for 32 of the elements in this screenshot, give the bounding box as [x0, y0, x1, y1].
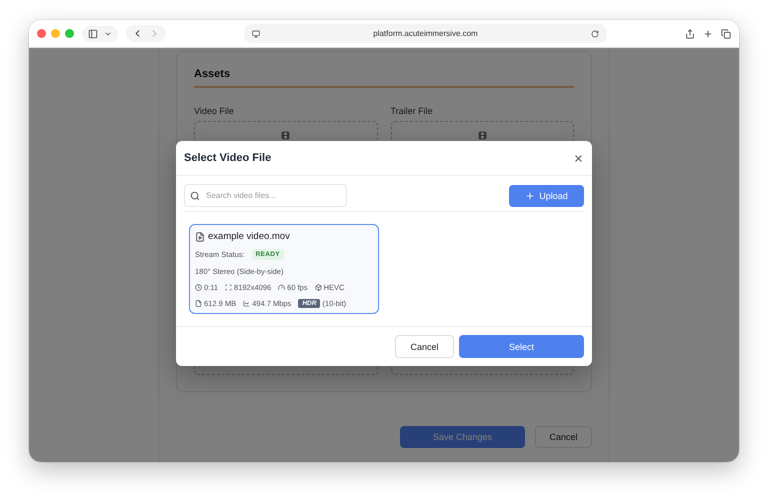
page-icon — [252, 30, 260, 38]
new-tab-icon — [703, 28, 713, 38]
save-button[interactable]: Save Changes — [400, 426, 525, 448]
film-icon — [281, 131, 290, 140]
cancel-button[interactable]: Cancel — [535, 426, 592, 448]
file-icon — [195, 300, 202, 307]
chart-icon — [243, 300, 250, 307]
resolution-icon — [225, 284, 232, 291]
plus-icon — [525, 190, 536, 200]
gauge-icon — [278, 284, 286, 291]
tabs-icon — [721, 28, 731, 38]
address-bar[interactable]: platform.acuteimmersive.com — [244, 24, 607, 43]
cube-icon — [314, 284, 322, 291]
url-text: platform.acuteimmersive.com — [372, 29, 479, 38]
close-icon[interactable] — [573, 152, 584, 164]
search-icon — [190, 191, 200, 201]
dialog-title: Select Video File — [184, 152, 272, 164]
cancel-button[interactable]: Cancel — [395, 335, 454, 358]
close-window-button[interactable] — [37, 29, 46, 38]
section-title: Assets — [194, 68, 574, 88]
field-label: Trailer File — [390, 106, 434, 116]
sidebar-icon[interactable] — [88, 28, 98, 38]
clock-icon — [195, 284, 202, 291]
upload-button[interactable]: Upload — [509, 184, 584, 206]
share-icon — [685, 28, 695, 38]
file-name: example video.mov — [208, 231, 290, 242]
search-field[interactable]: Search video files... — [184, 184, 347, 207]
field-label: Video File — [194, 106, 235, 116]
select-button[interactable]: Select — [459, 335, 584, 358]
reload-icon — [591, 30, 599, 38]
video-file-icon — [195, 232, 205, 242]
film-icon — [478, 131, 487, 140]
